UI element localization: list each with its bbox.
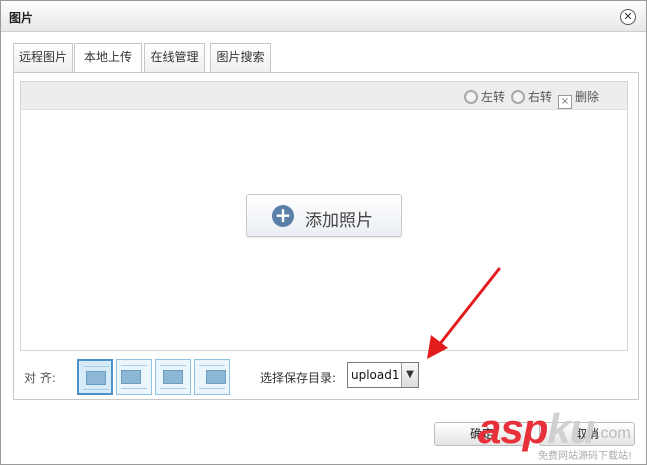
watermark-logo: aspku bbox=[478, 405, 595, 453]
add-photo-label: 添加照片 bbox=[305, 211, 373, 231]
text-line bbox=[160, 365, 186, 366]
text-line bbox=[121, 388, 147, 389]
align-label: 对 齐: bbox=[24, 371, 56, 385]
upload-panel: 左转 右转 × 删除 + 添加照片 对 齐: 选择保存目录: upload1 ▼ bbox=[13, 72, 639, 400]
align-right-option[interactable] bbox=[194, 359, 230, 395]
plus-circle-icon: + bbox=[272, 205, 294, 227]
delete-button[interactable]: × 删除 bbox=[558, 88, 600, 109]
upload-area: 左转 右转 × 删除 + 添加照片 bbox=[20, 81, 628, 351]
rotate-right-button[interactable]: 右转 bbox=[511, 88, 552, 104]
watermark-ku: ku bbox=[547, 405, 595, 452]
rotate-left-label: 左转 bbox=[481, 90, 506, 104]
chevron-down-icon[interactable]: ▼ bbox=[401, 363, 418, 387]
tab-image-search[interactable]: 图片搜索 bbox=[210, 43, 271, 72]
text-line bbox=[199, 388, 225, 389]
image-toolbar: 左转 右转 × 删除 bbox=[21, 82, 627, 110]
text-line bbox=[199, 365, 225, 366]
delete-label: 删除 bbox=[575, 90, 600, 104]
rotate-right-label: 右转 bbox=[528, 90, 553, 104]
text-line bbox=[121, 365, 147, 366]
watermark: aspku .com 免费网站源码下载站! bbox=[478, 405, 646, 463]
watermark-subtitle: 免费网站源码下载站! bbox=[538, 451, 633, 462]
align-none-option[interactable] bbox=[77, 359, 113, 395]
align-left-option[interactable] bbox=[116, 359, 152, 395]
rotate-left-button[interactable]: 左转 bbox=[464, 88, 505, 104]
tab-online-manage[interactable]: 在线管理 bbox=[144, 43, 205, 72]
image-placeholder-icon bbox=[121, 370, 141, 384]
delete-icon: × bbox=[558, 95, 572, 109]
rotate-left-icon bbox=[464, 90, 478, 104]
text-line bbox=[160, 388, 186, 389]
align-center-option[interactable] bbox=[155, 359, 191, 395]
image-placeholder-icon bbox=[206, 370, 226, 384]
close-icon[interactable]: ✕ bbox=[620, 9, 636, 25]
image-placeholder-icon bbox=[86, 371, 106, 385]
dialog-titlebar: 图片 ✕ bbox=[1, 1, 646, 32]
options-bar: 对 齐: 选择保存目录: upload1 ▼ bbox=[14, 359, 638, 395]
text-line bbox=[83, 366, 109, 367]
add-photo-button[interactable]: + 添加照片 bbox=[246, 194, 402, 237]
image-dialog: 图片 ✕ 远程图片 本地上传 在线管理 图片搜索 左转 右转 ×删除 + 添加 bbox=[0, 0, 647, 465]
dialog-title: 图片 bbox=[9, 11, 34, 25]
image-placeholder-icon bbox=[163, 370, 183, 384]
watermark-dotcom: .com bbox=[596, 425, 631, 442]
tab-local-upload[interactable]: 本地上传 bbox=[74, 43, 142, 73]
save-dir-select[interactable]: upload1 ▼ bbox=[347, 362, 419, 388]
rotate-right-icon bbox=[511, 90, 525, 104]
save-dir-value: upload1 bbox=[351, 368, 400, 382]
tab-remote-image[interactable]: 远程图片 bbox=[13, 43, 73, 72]
text-line bbox=[83, 389, 109, 390]
watermark-asp: asp bbox=[478, 405, 548, 452]
save-dir-label: 选择保存目录: bbox=[260, 371, 337, 385]
